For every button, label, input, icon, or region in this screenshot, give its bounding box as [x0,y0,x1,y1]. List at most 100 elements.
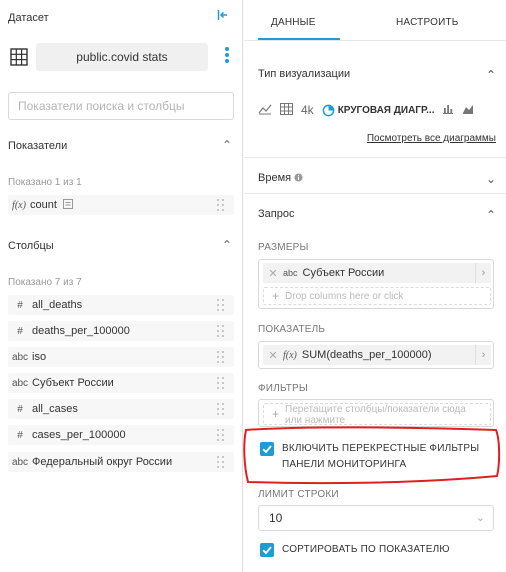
columns-section-title: Столбцы [8,240,54,252]
column-item[interactable]: abc iso [8,347,234,367]
row-limit-value: 10 [269,511,283,525]
sort-by-metric-checkbox[interactable] [260,543,274,557]
column-item[interactable]: # all_deaths [8,295,234,315]
sql-icon [62,198,73,212]
dimension-chip[interactable]: ✕ abc Субъект России › [263,263,491,283]
datasource-title: Датасет [8,12,49,24]
pie-chart-icon [322,104,335,116]
dimensions-dropzone[interactable]: + Drop columns here or click [263,287,491,305]
bar-chart-icon[interactable] [442,103,454,117]
chevron-down-icon[interactable]: ⌄ [486,172,496,186]
view-all-charts-link[interactable]: Посмотреть все диаграммы [367,133,496,144]
column-label: Субъект России [32,377,114,389]
row-limit-label: ЛИМИТ СТРОКИ [258,489,339,500]
column-label: cases_per_100000 [32,429,126,441]
column-label: deaths_per_100000 [32,325,130,337]
big-number-icon[interactable]: 4k [301,103,314,117]
remove-icon[interactable]: ✕ [263,349,283,362]
drag-handle-icon[interactable] [217,377,224,389]
divider [244,40,506,41]
drag-handle-icon[interactable] [217,325,224,337]
column-item[interactable]: # deaths_per_100000 [8,321,234,341]
column-item[interactable]: # cases_per_100000 [8,425,234,445]
column-label: all_deaths [32,299,83,311]
plus-icon: + [272,407,280,421]
filters-dropzone-line1: Перетащите столбцы/показатели сюда [285,404,466,415]
numeric-type-icon: # [17,403,23,415]
filters-label: ФИЛЬТРЫ [258,383,308,394]
column-label: all_cases [32,403,78,415]
control-panel: ДАННЫЕ НАСТРОИТЬ Тип визуализации ⌃ 4k К… [244,0,506,572]
column-item[interactable]: abc Федеральный округ России [8,452,234,472]
chevron-up-icon[interactable]: ⌃ [486,68,496,82]
time-section-title: Время [258,172,292,184]
columns-section-header[interactable]: Столбцы ⌃ [8,238,234,252]
filters-dropzone[interactable]: + Перетащите столбцы/показатели сюда или… [263,403,491,426]
filters-dropzone-line2: или нажмите [285,415,346,426]
dataset-table-icon [10,48,28,66]
column-item[interactable]: # all_cases [8,399,234,419]
metric-item[interactable]: f(x) count [8,195,234,215]
viz-type-title: Тип визуализации [258,68,351,80]
chevron-up-icon[interactable]: ⌃ [222,138,232,152]
divider [244,193,506,194]
selected-viz-pie[interactable]: КРУГОВАЯ ДИАГР... [322,104,435,117]
cross-filters-label[interactable]: ВКЛЮЧИТЬ ПЕРЕКРЕСТНЫЕ ФИЛЬТРЫ ПАНЕЛИ МОН… [282,441,479,473]
datasource-panel: Датасет public.covid stats Показатели ⌃ … [0,0,243,572]
drag-handle-icon[interactable] [217,299,224,311]
table-chart-icon[interactable] [280,102,293,118]
drag-handle-icon[interactable] [217,199,224,211]
dataset-name-button[interactable]: public.covid stats [36,43,208,71]
metrics-section-header[interactable]: Показатели ⌃ [8,138,234,152]
chevron-right-icon[interactable]: › [475,263,491,283]
metric-label: count [30,199,57,211]
chevron-up-icon[interactable]: ⌃ [222,238,232,252]
area-chart-icon[interactable] [462,103,474,117]
dimensions-field: ✕ abc Субъект России › + Drop columns he… [258,259,494,309]
time-section-header[interactable]: Время [258,172,303,184]
column-label: Федеральный округ России [32,456,173,468]
tab-customize[interactable]: НАСТРОИТЬ [396,17,459,28]
chevron-right-icon[interactable]: › [475,345,491,365]
function-type-icon: f(x) [283,349,297,361]
plus-icon: + [272,289,280,303]
filters-field: + Перетащите столбцы/показатели сюда или… [258,399,494,427]
metrics-section-title: Показатели [8,140,68,152]
chevron-down-icon: ⌄ [475,512,485,524]
string-type-icon: abc [11,456,29,468]
selected-viz-label: КРУГОВАЯ ДИАГР... [337,104,435,116]
collapse-panel-icon[interactable] [215,9,231,25]
drag-handle-icon[interactable] [217,403,224,415]
sort-by-metric-label[interactable]: СОРТИРОВАТЬ ПО ПОКАЗАТЕЛЮ [282,542,450,558]
query-section-title: Запрос [258,208,295,220]
remove-icon[interactable]: ✕ [263,267,283,280]
cross-filters-label-line2: ПАНЕЛИ МОНИТОРИНГА [282,459,407,470]
viz-type-row: 4k КРУГОВАЯ ДИАГР... [258,98,502,122]
cross-filters-checkbox[interactable] [260,442,274,456]
divider [244,157,506,158]
line-chart-icon[interactable] [258,103,272,118]
drag-handle-icon[interactable] [217,456,224,468]
string-type-icon: abc [283,268,298,278]
drag-handle-icon[interactable] [217,351,224,363]
numeric-type-icon: # [17,325,23,337]
metric-chip-label: SUM(deaths_per_100000) [301,349,432,361]
column-label: iso [32,351,47,363]
drag-handle-icon[interactable] [217,429,224,441]
cross-filters-label-line1: ВКЛЮЧИТЬ ПЕРЕКРЕСТНЫЕ ФИЛЬТРЫ [282,443,480,454]
info-icon[interactable] [294,172,303,184]
metric-chip[interactable]: ✕ f(x) SUM(deaths_per_100000) › [263,345,491,365]
tab-data[interactable]: ДАННЫЕ [271,17,316,28]
metrics-count: Показано 1 из 1 [8,177,82,188]
chevron-up-icon[interactable]: ⌃ [486,208,496,222]
metric-field: ✕ f(x) SUM(deaths_per_100000) › [258,341,494,369]
dimensions-dropzone-text: Drop columns here or click [285,290,404,302]
search-input[interactable] [8,92,234,120]
dataset-menu-icon[interactable] [220,45,234,67]
numeric-type-icon: # [17,429,23,441]
function-type-icon: f(x) [12,199,26,211]
row-limit-select[interactable]: 10 ⌄ [258,505,494,531]
dimension-chip-label: Субъект России [302,267,385,279]
dimensions-label: РАЗМЕРЫ [258,242,309,253]
column-item[interactable]: abc Субъект России [8,373,234,393]
